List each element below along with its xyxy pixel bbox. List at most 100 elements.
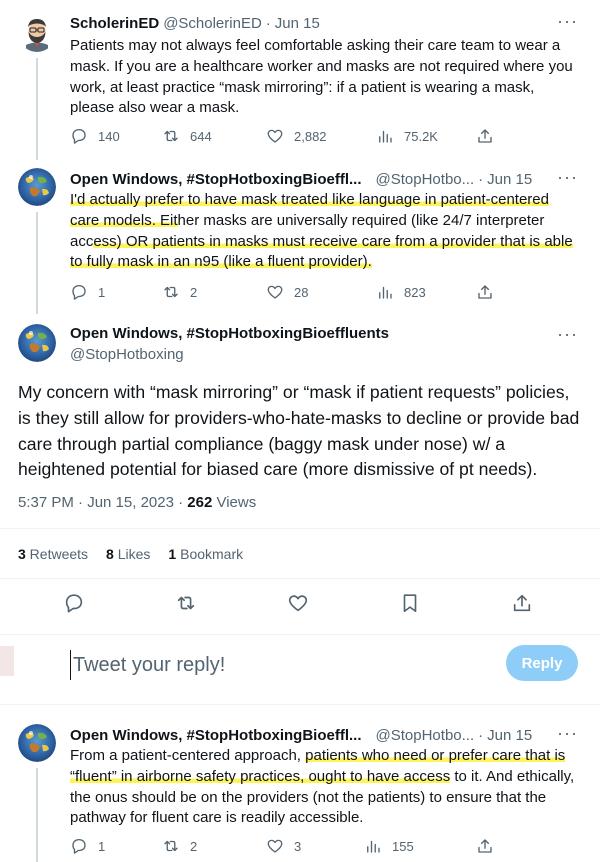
reply-button[interactable] — [63, 592, 87, 616]
avatar[interactable] — [18, 724, 56, 762]
share-icon — [513, 594, 531, 612]
tweet-date[interactable]: Jun 15 — [275, 15, 320, 32]
highlighted-text: ess) OR patients in masks must receive c… — [70, 232, 573, 271]
tweet-timestamp[interactable]: 5:37 PM · Jun 15, 2023 · — [18, 494, 187, 511]
tweet-text: Patients may not always feel comfortable… — [70, 37, 573, 117]
reply-count: 140 — [98, 128, 120, 144]
retweet-count: 2 — [190, 838, 198, 854]
bookmarks-stat[interactable]: 1 Bookmark — [168, 546, 243, 562]
reply-button[interactable]: 1 — [70, 837, 162, 855]
globe-avatar-icon — [18, 724, 56, 762]
like-button[interactable]: 2,882 — [266, 127, 376, 145]
thread-line — [36, 58, 38, 160]
views-count: 75.2K — [404, 128, 438, 144]
current-user-avatar — [0, 646, 14, 676]
reply-submit-button[interactable]: Reply — [506, 645, 578, 681]
share-button[interactable] — [476, 283, 494, 301]
tweet-date[interactable]: Jun 15 — [487, 171, 532, 188]
like-button[interactable]: 28 — [266, 283, 376, 301]
views-count: 823 — [404, 284, 426, 300]
tweet-actions: 140 644 2,882 75.2K — [70, 127, 494, 145]
more-options-icon[interactable]: ··· — [557, 724, 578, 742]
tweet-date[interactable]: Jun 15 — [487, 727, 532, 744]
analytics-icon — [379, 286, 392, 299]
tweet-text: From a patient-centered approach, patien… — [70, 746, 582, 829]
share-button[interactable] — [511, 592, 535, 616]
tweet-text: My concern with “mask mirroring” or “mas… — [18, 382, 580, 480]
reply-icon — [72, 128, 86, 144]
likes-count: 8 — [106, 546, 114, 562]
retweet-count: 2 — [190, 284, 198, 300]
avatar[interactable] — [18, 168, 56, 206]
user-handle[interactable]: @StopHotbo... — [376, 727, 475, 744]
tweet-header: ScholerinED @ScholerinED · Jun 15 — [70, 12, 320, 34]
views-button[interactable]: 155 — [364, 837, 476, 855]
display-name[interactable]: Open Windows, #StopHotboxingBioeffluents — [70, 325, 389, 342]
retweet-icon — [164, 840, 178, 852]
views-button[interactable]: 75.2K — [376, 127, 476, 145]
bookmark-icon — [403, 594, 417, 613]
tweet-text-part: From a patient-centered approach, — [70, 747, 306, 764]
tweet-open-windows-reply[interactable]: Open Windows, #StopHotboxingBioeffl... @… — [0, 724, 600, 862]
views-count: 262 — [187, 494, 213, 511]
retweets-stat[interactable]: 3 Retweets — [18, 546, 88, 562]
thread-line — [36, 212, 38, 314]
more-options-icon[interactable]: ··· — [557, 325, 578, 343]
display-name[interactable]: ScholerinED — [70, 15, 159, 32]
display-name[interactable]: Open Windows, #StopHotboxingBioeffl... — [70, 727, 362, 744]
views-button[interactable]: 823 — [376, 283, 476, 301]
like-button[interactable]: 3 — [266, 837, 364, 855]
heart-icon — [288, 595, 308, 612]
views-label: Views — [212, 494, 257, 511]
more-options-icon[interactable]: ··· — [557, 12, 578, 30]
tweet-header: Open Windows, #StopHotboxingBioeffl... @… — [70, 724, 532, 746]
tweet-actions: 1 2 3 155 — [70, 837, 494, 855]
retweet-button[interactable]: 2 — [162, 283, 266, 301]
retweet-button[interactable] — [175, 592, 199, 616]
divider — [0, 578, 600, 579]
separator-dot: · — [265, 14, 271, 32]
retweet-button[interactable]: 644 — [162, 127, 266, 145]
reply-count: 1 — [98, 284, 106, 300]
globe-avatar-icon — [18, 324, 56, 362]
bookmarks-label: Bookmark — [176, 546, 244, 562]
tweet-actions: 1 2 28 823 — [70, 283, 494, 301]
heart-icon — [267, 285, 283, 299]
avatar[interactable] — [18, 14, 56, 52]
avatar[interactable] — [18, 324, 56, 362]
share-button[interactable] — [476, 837, 494, 855]
reply-input[interactable]: Tweet your reply! — [70, 650, 490, 680]
views-count: 155 — [392, 838, 414, 854]
divider — [0, 634, 600, 635]
reply-icon — [65, 594, 83, 613]
tweet-text: I'd actually prefer to have mask treated… — [70, 190, 582, 273]
reply-count: 1 — [98, 838, 106, 854]
tweet-open-windows-1[interactable]: Open Windows, #StopHotboxingBioeffl... @… — [0, 168, 600, 314]
retweet-icon — [177, 596, 195, 610]
separator-dot: · — [478, 726, 484, 744]
like-button[interactable] — [287, 592, 311, 616]
user-handle[interactable]: @ScholerinED — [163, 15, 262, 32]
bookmark-button[interactable] — [399, 592, 423, 616]
like-count: 28 — [294, 284, 309, 300]
reply-button[interactable]: 140 — [70, 127, 162, 145]
user-handle[interactable]: @StopHotbo... — [376, 171, 475, 188]
likes-stat[interactable]: 8 Likes — [106, 546, 150, 562]
share-button[interactable] — [476, 127, 494, 145]
thread-line — [36, 768, 38, 862]
more-options-icon[interactable]: ··· — [557, 168, 578, 186]
user-handle[interactable]: @StopHotboxing — [70, 346, 184, 363]
retweets-count: 3 — [18, 546, 26, 562]
divider — [0, 704, 600, 705]
reply-button[interactable]: 1 — [70, 283, 162, 301]
tweet-header: Open Windows, #StopHotboxingBioeffl... @… — [70, 168, 532, 190]
retweet-button[interactable]: 2 — [162, 837, 266, 855]
reply-icon — [72, 838, 86, 854]
retweet-icon — [164, 286, 178, 298]
retweet-count: 644 — [190, 128, 212, 144]
share-icon — [478, 129, 492, 143]
main-action-bar — [0, 592, 600, 620]
engagement-stats: 3 Retweets 8 Likes 1 Bookmark — [18, 546, 243, 562]
display-name[interactable]: Open Windows, #StopHotboxingBioeffl... — [70, 171, 362, 188]
tweet-scholerined[interactable]: ScholerinED @ScholerinED · Jun 15 ··· Pa… — [0, 12, 600, 160]
